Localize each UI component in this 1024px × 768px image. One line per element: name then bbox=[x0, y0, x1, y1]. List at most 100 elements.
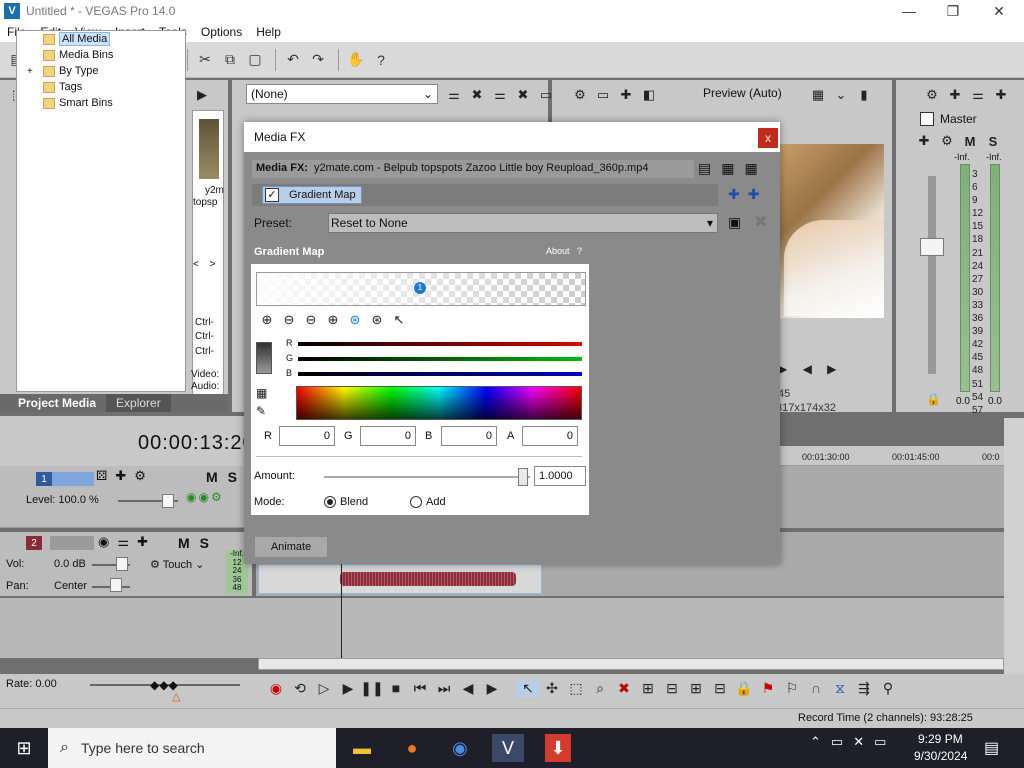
hand-icon[interactable]: ✋ bbox=[345, 49, 367, 71]
taskbar-search-input[interactable]: ⌕ Type here to search bbox=[48, 728, 336, 768]
maximize-button[interactable]: ❐ bbox=[930, 0, 976, 22]
vol-slider-knob[interactable] bbox=[116, 557, 128, 571]
network-icon[interactable]: ▭ bbox=[831, 734, 843, 750]
clock-time[interactable]: 9:29 PM bbox=[918, 732, 963, 746]
fx-chain-plugin-icons[interactable]: ✚✚ bbox=[728, 186, 767, 203]
minimize-button[interactable]: — bbox=[886, 0, 932, 22]
fx-remove-icon[interactable]: ✖ bbox=[467, 85, 487, 105]
go-to-start-icon[interactable]: ⏮ bbox=[408, 680, 432, 697]
timeline-vertical-scrollbar[interactable] bbox=[1004, 418, 1024, 674]
blue-channel-slider[interactable] bbox=[298, 372, 582, 376]
snapping-icon[interactable]: ∩ bbox=[804, 680, 828, 697]
media-thumbnail[interactable] bbox=[199, 119, 219, 179]
master-fx-icon[interactable]: ✚ bbox=[945, 85, 965, 105]
menu-options[interactable]: Options bbox=[194, 25, 249, 39]
region-icon[interactable]: ⚐ bbox=[780, 680, 804, 697]
add-stop-icon[interactable]: ⊕ bbox=[256, 312, 278, 330]
level-slider-knob[interactable] bbox=[162, 494, 174, 508]
video-track-mute-solo[interactable]: MS bbox=[206, 469, 247, 485]
thumb-scroll-arrows[interactable]: < > bbox=[193, 259, 219, 270]
fx-chain-item-gradient-map[interactable]: ✓ Gradient Map bbox=[262, 186, 362, 204]
fx-view-icons[interactable]: ▤▦▦ bbox=[698, 160, 768, 177]
redo-icon[interactable]: ↷ bbox=[307, 49, 329, 71]
record-icon[interactable]: ◉ bbox=[264, 680, 288, 697]
amount-input[interactable]: 1.0000 bbox=[534, 466, 586, 486]
automation-mode[interactable]: ⚙ Touch ⌄ bbox=[150, 558, 204, 571]
red-channel-slider[interactable] bbox=[298, 342, 582, 346]
expand-icon[interactable]: + bbox=[27, 66, 33, 77]
r-value-input[interactable]: 0 bbox=[279, 426, 335, 446]
trim-end-icon[interactable]: ⊟ bbox=[708, 680, 732, 697]
fx-close-icon[interactable]: ✖ bbox=[513, 85, 533, 105]
color-swatch[interactable] bbox=[256, 342, 272, 374]
play-from-start-icon[interactable]: ▷ bbox=[312, 680, 336, 697]
master-gear-icon[interactable]: ⚙ bbox=[937, 131, 957, 151]
tree-node-smart-bins[interactable]: Smart Bins bbox=[43, 95, 113, 111]
overlays-icon[interactable]: ◧ bbox=[639, 85, 659, 105]
copy-snapshot-icon[interactable]: ▮ bbox=[854, 85, 874, 105]
play-icon[interactable]: ▶ bbox=[336, 680, 360, 697]
preview-quality-dropdown[interactable]: Preview (Auto) bbox=[703, 86, 782, 100]
gradient-stop-marker[interactable]: 1 bbox=[414, 282, 426, 294]
tab-explorer[interactable]: Explorer bbox=[106, 394, 171, 412]
about-link[interactable]: About ? bbox=[546, 246, 582, 256]
master-downmix-icon[interactable]: ✚ bbox=[991, 85, 1011, 105]
volume-muted-icon[interactable]: ✕ bbox=[853, 734, 864, 750]
close-window-button[interactable]: ✕ bbox=[976, 0, 1022, 22]
delete-icon[interactable]: ✖ bbox=[612, 680, 636, 697]
chevron-up-icon[interactable]: ⌃ bbox=[810, 734, 821, 750]
pause-icon[interactable]: ❚❚ bbox=[360, 680, 384, 697]
master-mute-button[interactable]: M bbox=[960, 131, 980, 151]
eyedropper-icon[interactable]: ✎ bbox=[256, 404, 266, 418]
master-fader-knob[interactable] bbox=[920, 238, 944, 256]
previous-frame-icon[interactable]: ◀ bbox=[456, 680, 480, 697]
distribute-icon[interactable]: ⊛ bbox=[366, 312, 388, 330]
save-preset-icon[interactable]: ▣ bbox=[728, 214, 741, 231]
empty-track-area[interactable] bbox=[0, 598, 1004, 658]
trim-start-icon[interactable]: ⊞ bbox=[684, 680, 708, 697]
cut-icon[interactable]: ✂ bbox=[194, 49, 216, 71]
amount-slider-track[interactable] bbox=[324, 476, 530, 478]
b-value-input[interactable]: 0 bbox=[441, 426, 497, 446]
previous-stop-icon[interactable]: ⊖ bbox=[300, 312, 322, 330]
mode-blend-radio[interactable] bbox=[324, 496, 336, 508]
fx-chain-icon[interactable]: ⚌ bbox=[490, 85, 510, 105]
menu-help[interactable]: Help bbox=[249, 25, 288, 39]
reverse-icon[interactable]: ⊛ bbox=[344, 312, 366, 330]
chevron-down-icon[interactable]: ⌄ bbox=[831, 85, 851, 105]
delete-preset-icon[interactable]: ✖ bbox=[754, 212, 767, 232]
edit-tool-icon[interactable]: ↖ bbox=[516, 680, 540, 697]
a-value-input[interactable]: 0 bbox=[522, 426, 578, 446]
undo-icon[interactable]: ↶ bbox=[282, 49, 304, 71]
amount-slider-knob[interactable] bbox=[518, 468, 528, 486]
battery-icon[interactable]: ▭ bbox=[874, 734, 886, 750]
stop-icon[interactable]: ■ bbox=[384, 680, 408, 697]
preset-dropdown[interactable]: Reset to None ▾ bbox=[328, 213, 718, 233]
windows-start-icon[interactable]: ⊞ bbox=[0, 728, 48, 768]
tree-node-by-type[interactable]: By Type bbox=[43, 63, 99, 79]
audio-track-mute-solo[interactable]: MS bbox=[178, 535, 219, 551]
fx-enable-checkbox[interactable]: ✓ bbox=[265, 188, 279, 202]
tab-project-media[interactable]: Project Media bbox=[0, 394, 106, 412]
paste-icon[interactable]: ▢ bbox=[244, 49, 266, 71]
chrome-icon[interactable]: ◉ bbox=[444, 734, 476, 762]
lock-icon[interactable]: 🔒 bbox=[926, 392, 941, 406]
envelope-tool-icon[interactable]: ✣ bbox=[540, 680, 564, 697]
compositing-icons[interactable]: ◉◉⚙ bbox=[186, 490, 224, 504]
lock-event-icon[interactable]: 🔒 bbox=[732, 680, 756, 697]
auto-crossfade-icon[interactable]: ⧖ bbox=[828, 680, 852, 697]
master-solo-button[interactable]: S bbox=[983, 131, 1003, 151]
green-channel-slider[interactable] bbox=[298, 357, 582, 361]
go-to-end-icon[interactable]: ⏭ bbox=[432, 680, 456, 697]
tree-node-media-bins[interactable]: Media Bins bbox=[43, 47, 113, 63]
notification-icon[interactable]: ▤ bbox=[984, 738, 999, 758]
preview-transport-icons[interactable]: ▶ ◀ ▶ bbox=[778, 362, 842, 376]
ripple-icon[interactable]: ⇶ bbox=[852, 680, 876, 697]
track-name-field[interactable] bbox=[52, 472, 94, 486]
copy-icon[interactable]: ⧉ bbox=[219, 49, 241, 71]
video-track-icons[interactable]: ⚄✚⚙ bbox=[96, 468, 154, 484]
split-icon[interactable]: ⊟ bbox=[660, 680, 684, 697]
grid-icon[interactable]: ▦ bbox=[808, 85, 828, 105]
master-settings-icon[interactable]: ⚙ bbox=[922, 85, 942, 105]
downloader-icon[interactable]: ⬇ bbox=[545, 734, 571, 762]
